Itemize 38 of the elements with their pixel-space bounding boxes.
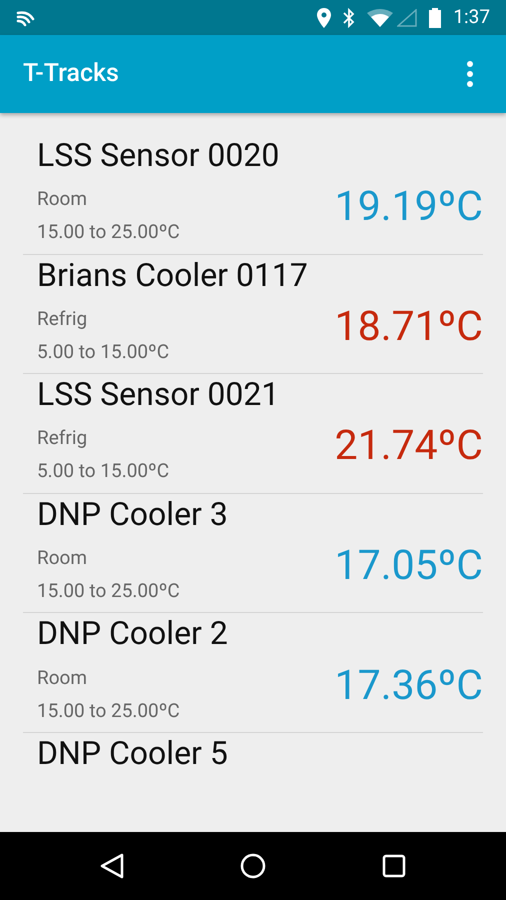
sensor-type: Room xyxy=(37,186,88,212)
temperature-reading: 19.19ºC xyxy=(334,183,483,232)
wifi-icon xyxy=(367,8,394,26)
sensor-range: 15.00 to 25.00ºC xyxy=(37,578,180,604)
sensor-name: DNP Cooler 2 xyxy=(37,613,228,654)
clock: 1:37 xyxy=(453,4,490,30)
temperature-reading: 17.05ºC xyxy=(334,542,483,590)
sensor-row[interactable]: DNP Cooler 3 Room 15.00 to 25.00ºC 17.05ºC xyxy=(23,494,483,614)
temperature-reading: 21.74ºC xyxy=(334,422,483,470)
sensor-row[interactable]: DNP Cooler 2 Room 15.00 to 25.00ºC 17.36ºC xyxy=(23,613,483,733)
sensor-type: Room xyxy=(37,545,88,572)
sensor-range: 15.00 to 25.00ºC xyxy=(37,219,180,246)
sensor-name: DNP Cooler 5 xyxy=(37,732,228,773)
sensor-range: 15.00 to 25.00ºC xyxy=(37,698,180,724)
location-icon xyxy=(317,8,332,28)
temperature-reading: 18.71ºC xyxy=(334,302,483,351)
sensor-row[interactable]: LSS Sensor 0021 Refrig 5.00 to 15.00ºC 21.74ºC xyxy=(23,374,483,494)
sensor-name: Brians Cooler 0117 xyxy=(37,254,308,295)
battery-icon xyxy=(429,8,442,28)
sensor-name: LSS Sensor 0021 xyxy=(37,374,280,414)
sensor-row[interactable]: Brians Cooler 0117 Refrig 5.00 to 15.00ºC 18.71ºC xyxy=(23,254,483,374)
sensor-range: 5.00 to 15.00ºC xyxy=(37,338,170,365)
temperature-reading: 17.36ºC xyxy=(334,662,483,710)
sensor-name: LSS Sensor 0020 xyxy=(37,135,280,175)
sensor-name: DNP Cooler 3 xyxy=(37,494,228,534)
sensor-range: 5.00 to 15.00ºC xyxy=(37,458,170,484)
bluetooth-icon xyxy=(343,8,356,28)
sensor-type: Refrig xyxy=(37,306,88,332)
home-icon[interactable] xyxy=(240,853,266,879)
back-icon[interactable] xyxy=(100,853,124,879)
cell-signal-icon xyxy=(397,8,418,26)
app-title: T-Tracks xyxy=(23,58,120,90)
recents-icon[interactable] xyxy=(382,854,406,878)
sensor-row[interactable]: LSS Sensor 0020 Room 15.00 to 25.00ºC 19.19ºC xyxy=(23,135,483,255)
sensor-type: Refrig xyxy=(37,425,88,452)
app-notification-icon xyxy=(16,8,36,26)
sensor-type: Room xyxy=(37,664,88,691)
sensor-row[interactable]: DNP Cooler 5 xyxy=(23,732,483,832)
